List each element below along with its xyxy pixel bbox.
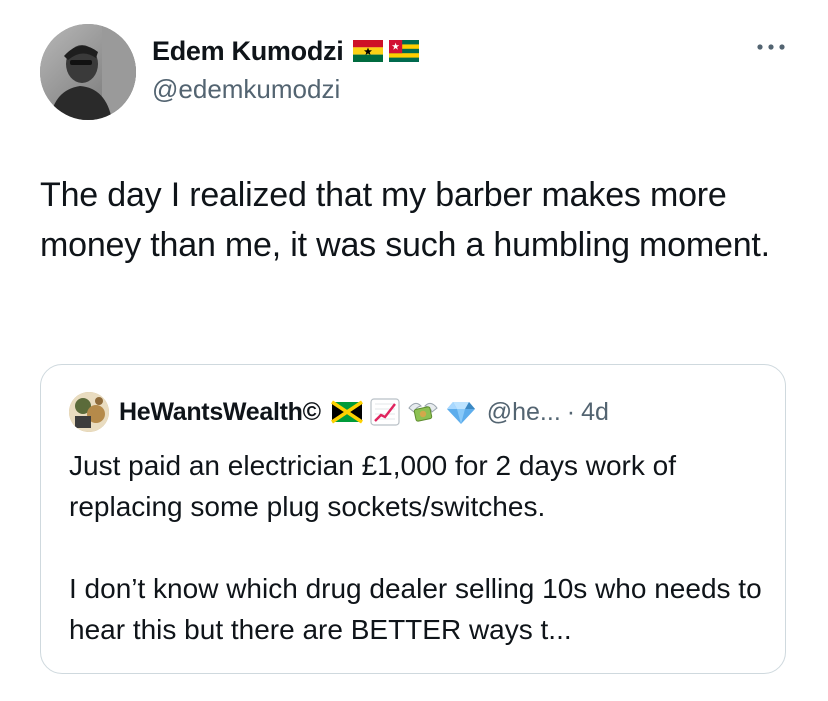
avatar-photo	[40, 24, 136, 120]
quoted-tweet[interactable]: HeWantsWealth© @he... · 4d Just paid an …	[40, 364, 786, 674]
author-avatar[interactable]	[40, 24, 136, 120]
author-display-name[interactable]: Edem Kumodzi	[152, 36, 344, 67]
display-name-row: Edem Kumodzi	[152, 34, 420, 68]
quoted-avatar-image	[69, 392, 109, 432]
quoted-tweet-time[interactable]: 4d	[581, 398, 609, 427]
quoted-author-avatar	[69, 392, 109, 432]
tweet-text: The day I realized that my barber makes …	[40, 176, 770, 264]
chart-increasing-icon	[370, 398, 400, 426]
quoted-author-display-name: HeWantsWealth©	[119, 397, 321, 426]
quoted-tweet-text: Just paid an electrician £1,000 for 2 da…	[69, 450, 762, 645]
jamaica-flag-icon	[330, 400, 363, 424]
ghana-flag-icon	[353, 40, 384, 62]
money-with-wings-icon	[408, 402, 438, 422]
quoted-author-handle: @he...	[486, 397, 561, 426]
togo-flag-icon	[389, 40, 420, 62]
gem-icon	[446, 402, 475, 424]
tweet: Edem Kumodzi @edemkumodzi The day I real…	[0, 0, 828, 701]
separator-dot: ·	[566, 397, 576, 426]
author-info: Edem Kumodzi @edemkumodzi	[152, 34, 420, 105]
more-horizontal-icon[interactable]	[756, 40, 786, 54]
author-handle[interactable]: @edemkumodzi	[152, 74, 419, 105]
quoted-tweet-header: HeWantsWealth© @he... · 4d	[69, 392, 609, 432]
